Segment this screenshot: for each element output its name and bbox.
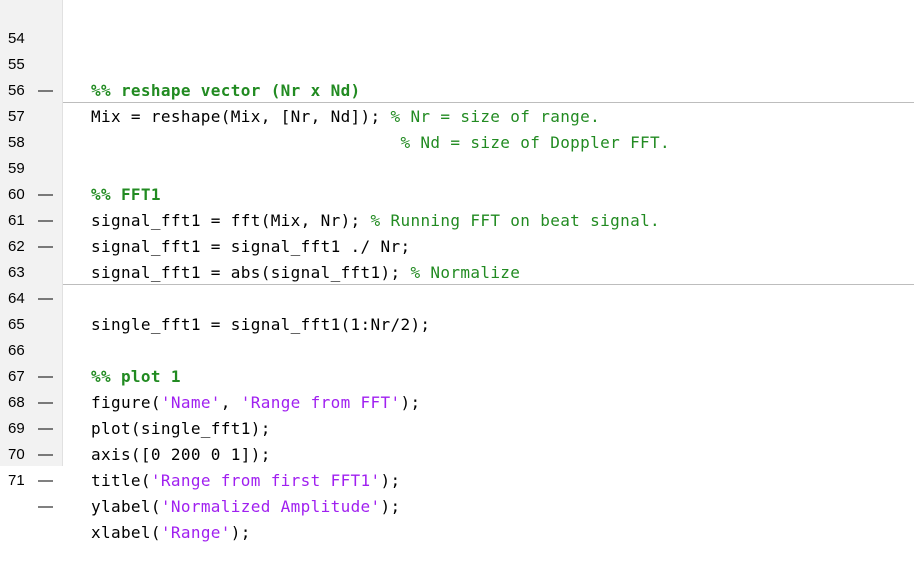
code-line[interactable]: 58 %% FFT1 bbox=[0, 104, 914, 204]
code-line[interactable]: 66 — figure('Name', 'Range from FFT'); bbox=[0, 312, 914, 412]
code-line[interactable]: 70 — ylabel('Normalized Amplitude'); bbox=[0, 416, 914, 516]
code-line[interactable]: 59 — signal_fft1 = fft(Mix, Nr); % Runni… bbox=[0, 130, 914, 230]
code-line[interactable]: 54 %% reshape vector (Nr x Nd) bbox=[0, 0, 914, 100]
code-line[interactable]: 69 — title('Range from first FFT1'); bbox=[0, 390, 914, 490]
code-close: ); bbox=[230, 523, 251, 542]
code-line[interactable]: 55 — Mix = reshape(Mix, [Nr, Nd]); % Nr … bbox=[0, 26, 914, 126]
breakpoint-marker[interactable]: — bbox=[38, 468, 53, 494]
code-function-call: ylabel( bbox=[91, 497, 161, 516]
code-line[interactable]: 65 %% plot 1 bbox=[0, 286, 914, 386]
code-text[interactable]: ylabel('Normalized Amplitude'); bbox=[91, 494, 400, 520]
line-number: 71 bbox=[8, 472, 25, 489]
string-literal: 'Range from first FFT1' bbox=[150, 471, 381, 490]
code-line[interactable]: 67 — plot(single_fft1); bbox=[0, 338, 914, 438]
code-text[interactable]: xlabel('Range'); bbox=[91, 520, 251, 546]
code-function-call: xlabel( bbox=[91, 523, 161, 542]
code-line[interactable]: 61 — signal_fft1 = abs(signal_fft1); % N… bbox=[0, 182, 914, 282]
string-literal: 'Normalized Amplitude' bbox=[160, 497, 381, 516]
breakpoint-marker[interactable]: — bbox=[38, 494, 53, 520]
code-line[interactable]: 56 % Nd = size of Doppler FFT. bbox=[0, 52, 914, 152]
code-line[interactable]: 60 — signal_fft1 = signal_fft1 ./ Nr; bbox=[0, 156, 914, 256]
code-line[interactable]: 68 — axis([0 200 0 1]); bbox=[0, 364, 914, 464]
code-line[interactable]: 62 bbox=[0, 208, 914, 255]
code-line[interactable]: 57 bbox=[0, 78, 914, 125]
code-editor[interactable]: 54 %% reshape vector (Nr x Nd) 55 — Mix … bbox=[0, 0, 914, 542]
code-function-call: title( bbox=[91, 471, 151, 490]
code-text[interactable]: title('Range from first FFT1'); bbox=[91, 468, 400, 494]
code-close: ); bbox=[380, 497, 401, 516]
string-literal: 'Range' bbox=[160, 523, 231, 542]
code-line[interactable]: 63 — single_fft1 = signal_fft1(1:Nr/2); bbox=[0, 234, 914, 334]
code-line[interactable]: 64 bbox=[0, 260, 914, 307]
code-close: ); bbox=[380, 471, 401, 490]
code-line[interactable]: 71 — xlabel('Range'); bbox=[0, 442, 914, 542]
